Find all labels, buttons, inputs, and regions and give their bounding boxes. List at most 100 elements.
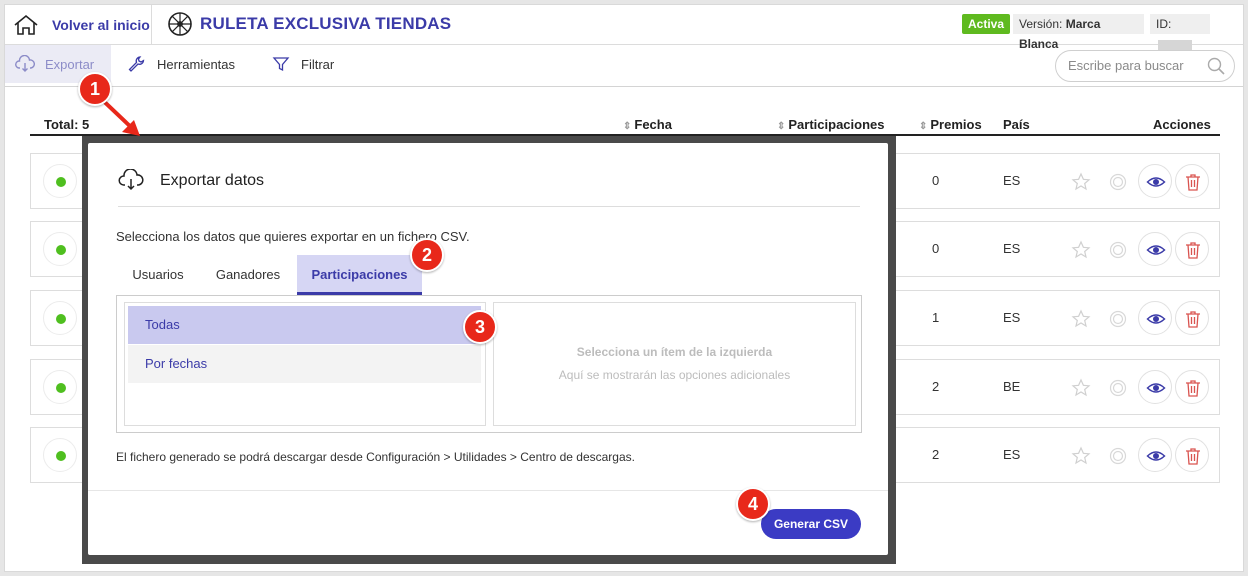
row-country: ES (1003, 447, 1021, 462)
eye-icon (1146, 177, 1166, 187)
view-button[interactable] (1138, 438, 1172, 472)
home-link[interactable]: Volver al inicio (5, 5, 152, 44)
status-indicator (43, 370, 77, 404)
tools-label: Herramientas (157, 56, 236, 72)
eye-icon (1146, 245, 1166, 255)
column-participations-label: Participaciones (788, 117, 885, 132)
delete-button[interactable] (1175, 232, 1209, 266)
option-detail: Selecciona un ítem de la izquierda Aquí … (493, 302, 856, 426)
version-prefix: Versión: (1019, 17, 1063, 31)
block-icon[interactable] (1108, 172, 1128, 192)
star-icon[interactable] (1071, 446, 1091, 466)
filter-button[interactable]: Filtrar (271, 45, 334, 83)
active-dot (56, 383, 66, 393)
export-modal: Exportar datos Selecciona los datos que … (88, 143, 888, 555)
status-indicator (43, 232, 77, 266)
active-dot (56, 177, 66, 187)
callout-4: 4 (736, 487, 770, 521)
sort-icon: ⇕ (777, 121, 786, 132)
search-input[interactable] (1068, 58, 1198, 73)
column-prizes[interactable]: ⇕ Premios (919, 117, 982, 132)
trash-icon (1186, 380, 1200, 397)
download-note: El fichero generado se podrá descargar d… (116, 450, 635, 464)
version-badge: Versión: Marca Blanca (1013, 14, 1144, 51)
row-country: ES (1003, 241, 1021, 256)
view-button[interactable] (1138, 164, 1172, 198)
cloud-download-icon (15, 55, 35, 72)
tab-users[interactable]: Usuarios (116, 255, 200, 295)
delete-button[interactable] (1175, 301, 1209, 335)
modal-header: Exportar datos (118, 163, 860, 207)
row-prizes: 1 (932, 310, 940, 325)
cloud-download-icon (118, 169, 144, 191)
home-icon (14, 14, 38, 35)
tab-winners[interactable]: Ganadores (200, 255, 296, 295)
column-prizes-label: Premios (930, 117, 982, 132)
export-label: Exportar (45, 56, 95, 72)
callout-1: 1 (78, 72, 112, 106)
option-by-date[interactable]: Por fechas (128, 345, 481, 383)
option-all[interactable]: Todas (128, 306, 481, 344)
tab-participations[interactable]: Participaciones (297, 255, 422, 295)
delete-button[interactable] (1175, 438, 1209, 472)
generate-csv-button[interactable]: Generar CSV (761, 509, 861, 539)
filter-icon (272, 57, 290, 72)
status-badge: Activa (962, 14, 1011, 34)
view-button[interactable] (1138, 232, 1172, 266)
toolbar: Exportar Herramientas Filtrar (5, 45, 1243, 87)
block-icon[interactable] (1108, 309, 1128, 329)
id-badge: ID: (1150, 14, 1210, 50)
star-icon[interactable] (1071, 172, 1091, 192)
column-participations[interactable]: ⇕ Participaciones (777, 117, 885, 132)
search-box (1055, 50, 1235, 82)
view-button[interactable] (1138, 301, 1172, 335)
delete-button[interactable] (1175, 164, 1209, 198)
column-country: País (1003, 117, 1030, 132)
tools-button[interactable]: Herramientas (127, 45, 235, 83)
row-prizes: 2 (932, 379, 940, 394)
export-tabs: Usuarios Ganadores Participaciones (116, 255, 862, 296)
id-label: ID: (1156, 17, 1172, 31)
trash-icon (1186, 174, 1200, 191)
detail-title: Selecciona un ítem de la izquierda (576, 345, 773, 359)
option-list: Todas Por fechas (124, 302, 486, 426)
trash-icon (1186, 448, 1200, 465)
modal-footer-divider (88, 490, 888, 491)
trash-icon (1186, 311, 1200, 328)
star-icon[interactable] (1071, 240, 1091, 260)
roulette-wheel-icon (168, 12, 192, 36)
column-date-label: Fecha (634, 117, 672, 132)
modal-title: Exportar datos (160, 172, 265, 189)
app-header: Volver al inicio RULETA EXCLUSIVA TIENDA… (5, 5, 1243, 51)
wrench-icon (128, 56, 145, 72)
column-actions: Acciones (1153, 117, 1211, 132)
block-icon[interactable] (1108, 446, 1128, 466)
detail-subtitle: Aquí se mostrarán las opciones adicional… (558, 368, 791, 382)
row-prizes: 0 (932, 173, 940, 188)
status-indicator (43, 438, 77, 472)
home-label: Volver al inicio (52, 16, 150, 33)
filter-label: Filtrar (301, 56, 335, 72)
row-prizes: 2 (932, 447, 940, 462)
star-icon[interactable] (1071, 309, 1091, 329)
view-button[interactable] (1138, 370, 1172, 404)
status-indicator (43, 164, 77, 198)
eye-icon (1146, 314, 1166, 324)
callout-3: 3 (463, 310, 497, 344)
block-icon[interactable] (1108, 240, 1128, 260)
block-icon[interactable] (1108, 378, 1128, 398)
star-icon[interactable] (1071, 378, 1091, 398)
trash-icon (1186, 242, 1200, 259)
active-dot (56, 451, 66, 461)
row-prizes: 0 (932, 241, 940, 256)
row-country: ES (1003, 310, 1021, 325)
search-icon[interactable] (1206, 56, 1226, 76)
column-date[interactable]: ⇕ Fecha (623, 117, 672, 132)
delete-button[interactable] (1175, 370, 1209, 404)
status-indicator (43, 301, 77, 335)
active-dot (56, 245, 66, 255)
page-title: RULETA EXCLUSIVA TIENDAS (200, 14, 452, 33)
callout-2: 2 (410, 238, 444, 272)
row-country: BE (1003, 379, 1021, 394)
eye-icon (1146, 383, 1166, 393)
